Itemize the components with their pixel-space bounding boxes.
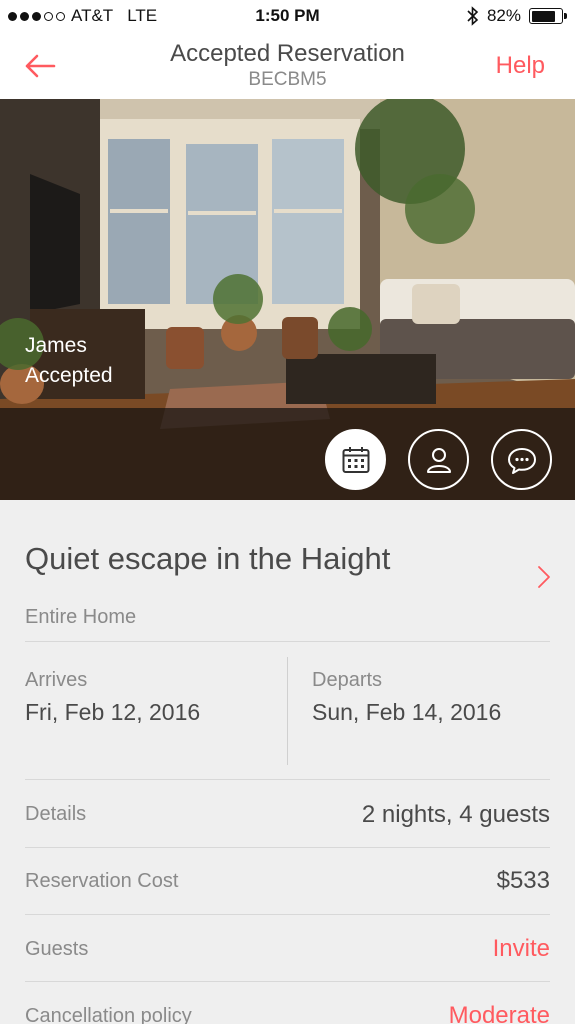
status-right: 82% [467, 6, 567, 26]
help-button[interactable]: Help [496, 52, 545, 80]
listing-title[interactable]: Quiet escape in the Haight [25, 541, 390, 577]
departs-label: Departs [312, 669, 383, 691]
divider [25, 641, 550, 642]
calendar-icon [342, 446, 369, 473]
reservation-status: Accepted [25, 364, 113, 387]
divider [25, 914, 550, 915]
cancellation-policy-label: Cancellation policy [25, 1005, 192, 1024]
chevron-right-icon[interactable] [537, 565, 551, 589]
departs-date: Sun, Feb 14, 2016 [312, 699, 502, 725]
calendar-button[interactable] [325, 429, 386, 490]
details-value[interactable]: 2 nights, 4 guests [362, 801, 550, 829]
bluetooth-icon [467, 6, 479, 26]
battery-percent: 82% [486, 6, 521, 25]
battery-icon [529, 8, 567, 24]
divider [25, 847, 550, 848]
cancellation-policy-link[interactable]: Moderate [449, 1002, 550, 1024]
nav-header: Accepted Reservation BECBM5 Help [0, 32, 575, 99]
guest-profile-button[interactable] [408, 429, 469, 490]
invite-button[interactable]: Invite [493, 935, 550, 963]
reservation-cost-value[interactable]: $533 [497, 867, 550, 895]
date-divider [287, 657, 288, 765]
divider [25, 981, 550, 982]
confirmation-code: BECBM5 [248, 69, 327, 90]
person-icon [426, 447, 451, 473]
message-button[interactable] [491, 429, 552, 490]
guest-name: James [25, 334, 87, 357]
chat-bubble-icon [507, 447, 536, 474]
arrives-label: Arrives [25, 669, 88, 691]
status-bar: AT&T LTE 1:50 PM 82% [0, 0, 575, 32]
hero-overlay [0, 408, 575, 500]
page-title: Accepted Reservation [170, 40, 405, 67]
arrives-date: Fri, Feb 12, 2016 [25, 699, 201, 725]
listing-photo[interactable] [0, 99, 575, 500]
guests-label: Guests [25, 938, 89, 960]
details-label: Details [25, 803, 87, 825]
divider [25, 779, 550, 780]
listing-type: Entire Home [25, 606, 137, 628]
reservation-cost-label: Reservation Cost [25, 870, 179, 892]
